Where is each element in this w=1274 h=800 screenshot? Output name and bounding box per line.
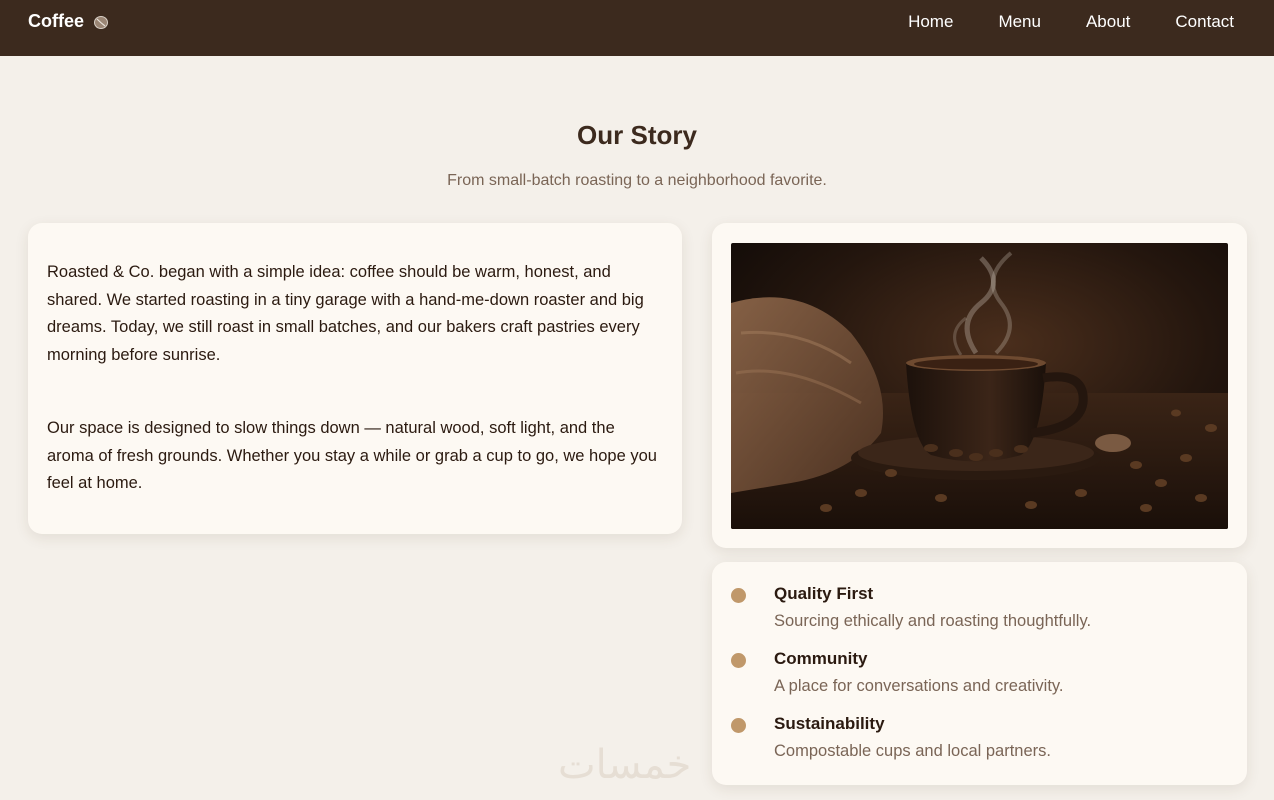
value-item-community: Community A place for conversations and … — [731, 649, 1228, 714]
value-title: Community — [774, 649, 868, 668]
brand-name: Coffee — [28, 11, 85, 31]
page-title: Our Story — [577, 120, 697, 150]
value-item-sustainability: Sustainability Compostable cups and loca… — [731, 714, 1228, 779]
nav-link-home[interactable]: Home — [908, 12, 953, 32]
nav-link-menu[interactable]: Menu — [998, 12, 1041, 32]
bullet-dot-icon — [731, 588, 746, 603]
coffee-cup-image — [731, 243, 1228, 529]
value-description: Sourcing ethically and roasting thoughtf… — [774, 612, 1092, 630]
bullet-dot-icon — [731, 718, 746, 733]
story-paragraph: Our space is designed to slow things dow… — [47, 419, 657, 492]
bullet-dot-icon — [731, 653, 746, 668]
nav-link-about[interactable]: About — [1086, 12, 1130, 32]
value-title: Quality First — [774, 584, 874, 603]
story-card: Roasted & Co. began with a simple idea: … — [28, 223, 682, 534]
value-description: Compostable cups and local partners. — [774, 742, 1051, 760]
navbar: Coffee Home Menu About Contact — [0, 0, 1274, 56]
story-paragraph: Roasted & Co. began with a simple idea: … — [47, 263, 644, 364]
nav-link-contact[interactable]: Contact — [1175, 12, 1234, 32]
brand-logo[interactable]: Coffee — [28, 11, 110, 32]
value-item-quality: Quality First Sourcing ethically and roa… — [731, 584, 1228, 649]
page-subtitle: From small-batch roasting to a neighborh… — [447, 172, 827, 189]
values-card: Quality First Sourcing ethically and roa… — [712, 562, 1247, 785]
value-title: Sustainability — [774, 714, 885, 733]
image-card — [712, 223, 1247, 548]
watermark: خمسات — [558, 742, 692, 788]
value-description: A place for conversations and creativity… — [774, 677, 1064, 695]
nav-links: Home Menu About Contact — [908, 12, 1234, 32]
coffee-bean-icon — [94, 15, 109, 29]
